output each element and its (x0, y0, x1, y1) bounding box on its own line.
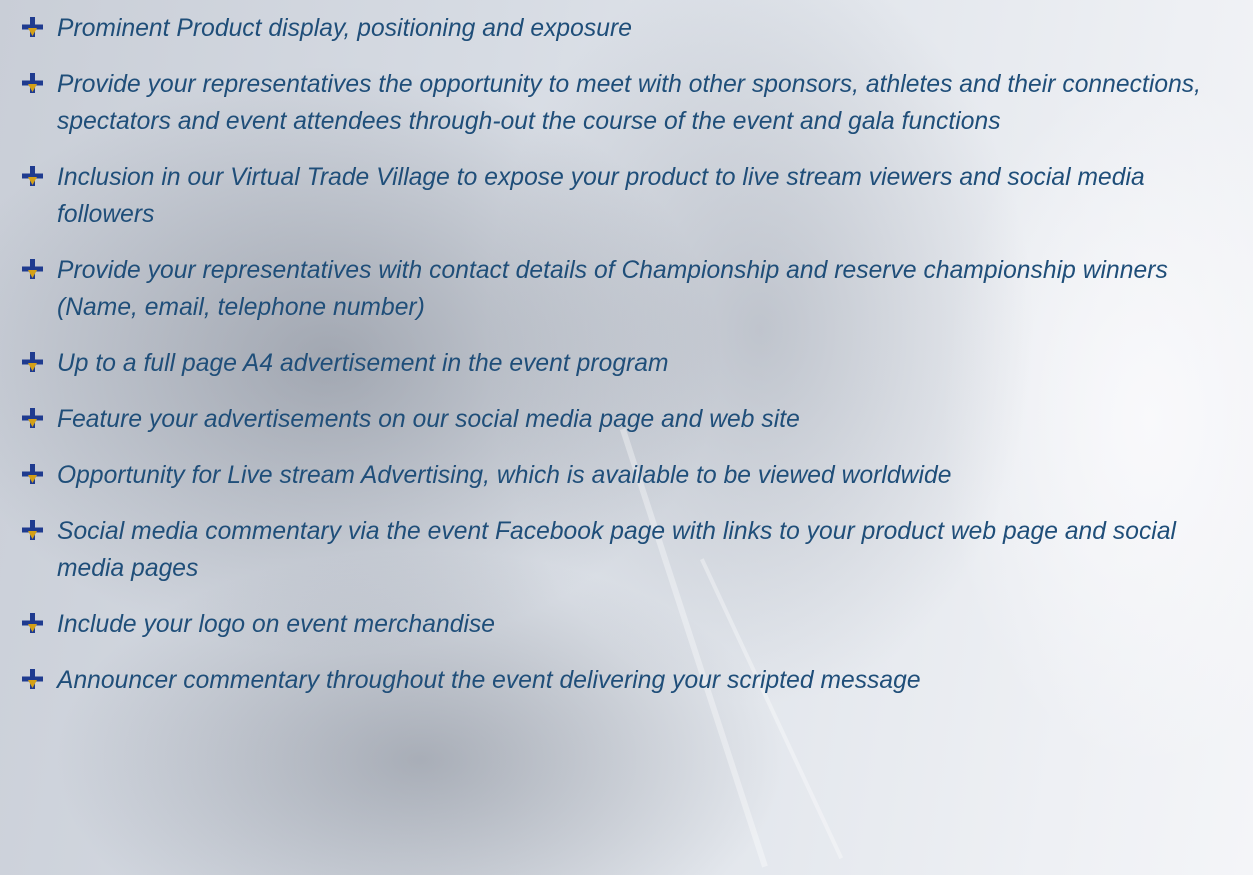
list-item: Opportunity for Live stream Advertising,… (20, 457, 1240, 494)
arrow-down-plus-bullet-icon (22, 669, 43, 689)
arrow-down-plus-bullet-icon (22, 259, 43, 279)
list-item-text: Social media commentary via the event Fa… (57, 518, 1177, 582)
list-item: Social media commentary via the event Fa… (20, 513, 1240, 587)
list-item-text: Provide your representatives the opportu… (57, 71, 1202, 135)
arrow-down-plus-bullet-icon (22, 520, 43, 540)
arrow-down-plus-bullet-icon (22, 73, 43, 93)
arrow-down-plus-bullet-icon (22, 352, 43, 372)
list-item: Up to a full page A4 advertisement in th… (20, 345, 1240, 382)
list-item: Announcer commentary throughout the even… (20, 662, 1240, 699)
list-item-text: Inclusion in our Virtual Trade Village t… (57, 164, 1145, 228)
list-item-text: Opportunity for Live stream Advertising,… (57, 462, 952, 489)
list-item: Provide your representatives with contac… (20, 252, 1240, 326)
list-item-text: Feature your advertisements on our socia… (57, 406, 800, 433)
list-item: Include your logo on event merchandise (20, 606, 1240, 643)
list-item-text: Announcer commentary throughout the even… (57, 667, 921, 694)
arrow-down-plus-bullet-icon (22, 166, 43, 186)
list-item-text: Prominent Product display, positioning a… (57, 15, 632, 42)
list-item-text: Include your logo on event merchandise (57, 611, 496, 638)
list-item: Feature your advertisements on our socia… (20, 401, 1240, 438)
list-item: Prominent Product display, positioning a… (20, 10, 1240, 47)
list-item: Provide your representatives the opportu… (20, 66, 1240, 140)
arrow-down-plus-bullet-icon (22, 408, 43, 428)
arrow-down-plus-bullet-icon (22, 613, 43, 633)
arrow-down-plus-bullet-icon (22, 17, 43, 37)
list-item-text: Provide your representatives with contac… (57, 257, 1168, 321)
benefits-list: Prominent Product display, positioning a… (20, 10, 1240, 718)
arrow-down-plus-bullet-icon (22, 464, 43, 484)
list-item-text: Up to a full page A4 advertisement in th… (57, 350, 669, 377)
list-item: Inclusion in our Virtual Trade Village t… (20, 159, 1240, 233)
